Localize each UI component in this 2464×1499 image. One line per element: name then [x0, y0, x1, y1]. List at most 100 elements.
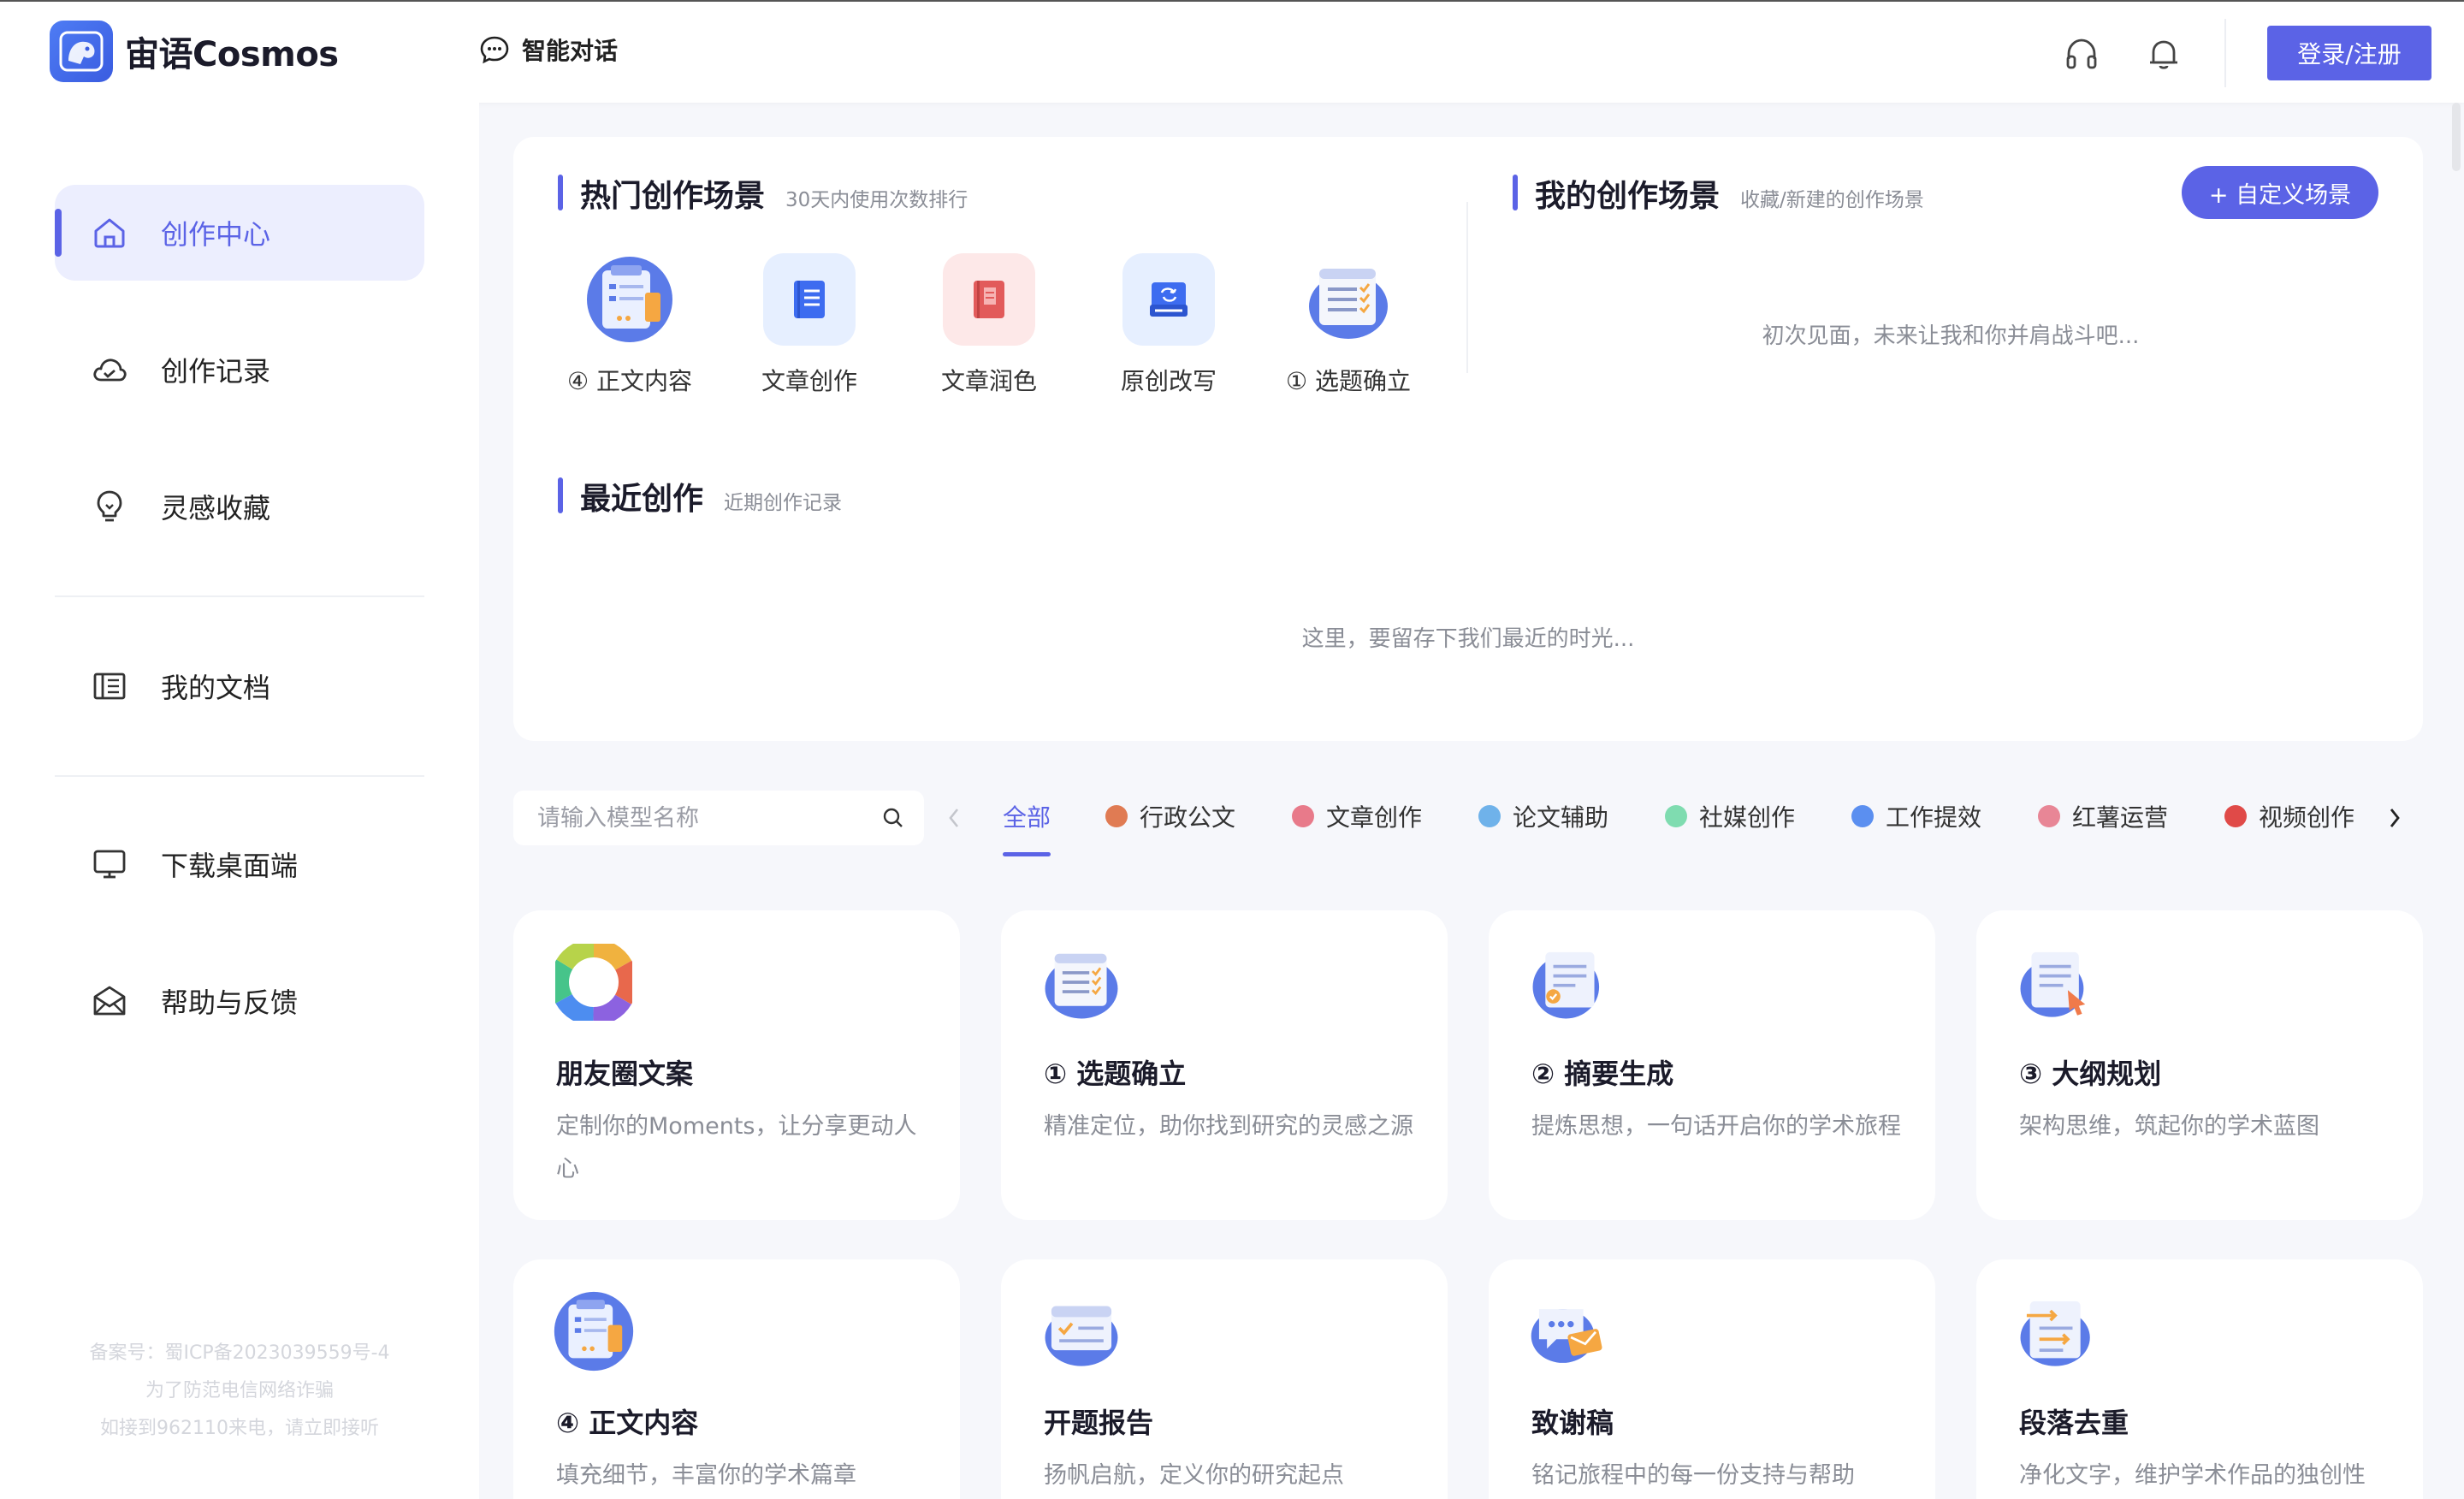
- scene-card[interactable]: 朋友圈文案 定制你的Moments，让分享更动人心: [513, 910, 960, 1220]
- scene-card[interactable]: ③ 大纲规划 架构思维，筑起你的学术蓝图: [1976, 910, 2423, 1220]
- category-tab[interactable]: 文章创作: [1292, 799, 1422, 833]
- category-tab[interactable]: 社媒创作: [1665, 799, 1795, 833]
- scene-card-title: ④ 正文内容: [556, 1407, 699, 1439]
- scene-card-title: 段落去重: [2019, 1407, 2129, 1439]
- beian-line: 为了防范电信网络诈骗: [145, 1380, 334, 1401]
- sidebar-item-label: 创作中心: [161, 218, 271, 251]
- category-tab-all[interactable]: 全部: [1003, 799, 1051, 833]
- sidebar-item-download-desktop[interactable]: 下载桌面端: [55, 816, 424, 912]
- nav-smart-chat-label: 智能对话: [522, 37, 619, 65]
- hot-scene-item[interactable]: 原创改写: [1092, 253, 1246, 397]
- model-search-box: [513, 791, 924, 845]
- my-scenes-empty-text: 初次见面，未来让我和你并肩战斗吧...: [1762, 323, 2140, 349]
- hot-scenes-header: 热门创作场景 30天内使用次数排行: [558, 171, 968, 216]
- category-color-dot: [1851, 805, 1874, 827]
- scene-card[interactable]: ① 选题确立 精准定位，助你找到研究的灵感之源: [1001, 910, 1448, 1220]
- hot-scene-item[interactable]: 文章创作: [732, 253, 886, 397]
- scene-card-description: 铭记旅程中的每一份支持与帮助: [1531, 1462, 1855, 1489]
- logo-icon: [50, 21, 113, 82]
- checklist-icon: [1302, 253, 1395, 346]
- document-clipboard-icon: [553, 1290, 635, 1372]
- scene-card[interactable]: 段落去重 净化文字，维护学术作品的独创性: [1976, 1259, 2423, 1499]
- page-scrollbar[interactable]: [2452, 103, 2461, 171]
- lightbulb-icon: [86, 483, 133, 530]
- nav-smart-chat[interactable]: 智能对话: [479, 33, 618, 67]
- my-scenes-title: 我的创作场景: [1535, 179, 1721, 214]
- bell-icon[interactable]: [2144, 34, 2183, 74]
- headset-icon[interactable]: [2062, 34, 2101, 74]
- book-red-icon: [943, 253, 1035, 346]
- section-accent-bar: [558, 175, 563, 210]
- chat-bubble-icon: [480, 36, 509, 64]
- category-label: 论文辅助: [1513, 803, 1609, 832]
- category-color-dot: [1665, 805, 1687, 827]
- monitor-icon: [86, 840, 133, 888]
- category-label: 文章创作: [1326, 803, 1423, 832]
- sidebar-item-help-feedback[interactable]: 帮助与反馈: [55, 953, 424, 1049]
- category-tab[interactable]: 红薯运营: [2038, 799, 2168, 833]
- recent-empty-text: 这里，要留存下我们最近的时光...: [1301, 626, 1635, 652]
- hot-scene-item[interactable]: ④ 正文内容: [553, 253, 707, 397]
- category-tab[interactable]: 视频创作: [2224, 799, 2354, 833]
- category-label: 社媒创作: [1699, 803, 1796, 832]
- document-book-icon: [86, 662, 133, 710]
- sidebar-item-my-documents[interactable]: 我的文档: [55, 638, 424, 734]
- top-header: 宙语Cosmos 智能对话 登录/注册: [0, 0, 2464, 103]
- color-wheel-icon: [553, 941, 635, 1023]
- hot-scenes-subtitle: 30天内使用次数排行: [785, 189, 968, 211]
- hot-scene-item[interactable]: 文章润色: [912, 253, 1066, 397]
- hot-scene-item[interactable]: ① 选题确立: [1271, 253, 1425, 397]
- sidebar-item-label: 我的文档: [161, 672, 271, 704]
- category-active-underline: [1003, 852, 1051, 856]
- creation-overview-panel: 热门创作场景 30天内使用次数排行 ④ 正文内容 文章创作 文章润色 原创改写 …: [513, 137, 2423, 741]
- my-scenes-subtitle: 收藏/新建的创作场景: [1740, 189, 1924, 211]
- scene-card-title: ② 摘要生成: [1531, 1058, 1674, 1090]
- category-tab[interactable]: 行政公文: [1105, 799, 1235, 833]
- category-label: 视频创作: [2259, 803, 2355, 832]
- category-label: 全部: [1003, 803, 1051, 832]
- scene-card-title: ① 选题确立: [1044, 1058, 1187, 1090]
- category-color-dot: [1105, 805, 1128, 827]
- mail-icon: [86, 977, 133, 1025]
- sidebar-item-creation-records[interactable]: 创作记录: [55, 322, 424, 418]
- beian-info: 备案号：蜀ICP备2023039559号-4 为了防范电信网络诈骗 如接到962…: [0, 1335, 479, 1448]
- panel-vertical-divider: [1466, 202, 1468, 373]
- scene-card-description: 精准定位，助你找到研究的灵感之源: [1044, 1113, 1413, 1140]
- rewrite-book-icon: [1122, 253, 1215, 346]
- scene-card[interactable]: 开题报告 扬帆启航，定义你的研究起点: [1001, 1259, 1448, 1499]
- category-label: 行政公文: [1140, 803, 1236, 832]
- scene-card-description: 定制你的Moments，让分享更动人心: [556, 1113, 917, 1182]
- scene-card[interactable]: 致谢稿 铭记旅程中的每一份支持与帮助: [1489, 1259, 1935, 1499]
- model-search-input[interactable]: [537, 804, 862, 832]
- chevron-right-icon[interactable]: [2382, 803, 2408, 833]
- sidebar-item-label: 下载桌面端: [161, 850, 299, 882]
- sidebar-item-inspiration[interactable]: 灵感收藏: [55, 459, 424, 554]
- scene-card[interactable]: ④ 正文内容 填充细节，丰富你的学术篇章: [513, 1259, 960, 1499]
- sidebar: 创作中心 创作记录 灵感收藏 我的文档 下载桌面端 帮助与反馈 备案号：蜀ICP…: [0, 103, 479, 1499]
- beian-line[interactable]: 备案号：蜀ICP备2023039559号-4: [0, 1335, 479, 1372]
- beian-line: 如接到962110来电，请立即接听: [100, 1418, 379, 1439]
- chevron-left-icon[interactable]: [941, 803, 967, 833]
- scene-card-description: 净化文字，维护学术作品的独创性: [2019, 1462, 2366, 1489]
- recent-creations-subtitle: 近期创作记录: [724, 492, 843, 514]
- category-label: 红薯运营: [2072, 803, 2169, 832]
- hot-scene-label: 文章润色: [940, 367, 1037, 395]
- search-icon[interactable]: [881, 806, 905, 833]
- app-logo[interactable]: 宙语Cosmos: [50, 21, 339, 82]
- category-tab[interactable]: 工作提效: [1851, 799, 1981, 833]
- category-label: 工作提效: [1886, 803, 1982, 832]
- category-tab[interactable]: 论文辅助: [1478, 799, 1608, 833]
- scene-card[interactable]: ② 摘要生成 提炼思想，一句话开启你的学术旅程: [1489, 910, 1935, 1220]
- app-name: 宙语Cosmos: [125, 35, 339, 74]
- section-accent-bar: [558, 477, 563, 513]
- custom-scene-button[interactable]: + 自定义场景: [2182, 166, 2378, 219]
- section-accent-bar: [1513, 175, 1518, 210]
- my-scenes-header: 我的创作场景 收藏/新建的创作场景: [1513, 171, 1924, 216]
- hot-scene-label: 文章创作: [761, 367, 857, 395]
- recent-creations-header: 最近创作 近期创作记录: [558, 474, 842, 518]
- sidebar-item-creation-center[interactable]: 创作中心: [55, 185, 424, 281]
- cloud-icon: [86, 346, 133, 394]
- scene-card-description: 扬帆启航，定义你的研究起点: [1044, 1462, 1344, 1489]
- sidebar-item-label: 创作记录: [161, 355, 271, 388]
- login-register-button[interactable]: 登录/注册: [2267, 26, 2431, 80]
